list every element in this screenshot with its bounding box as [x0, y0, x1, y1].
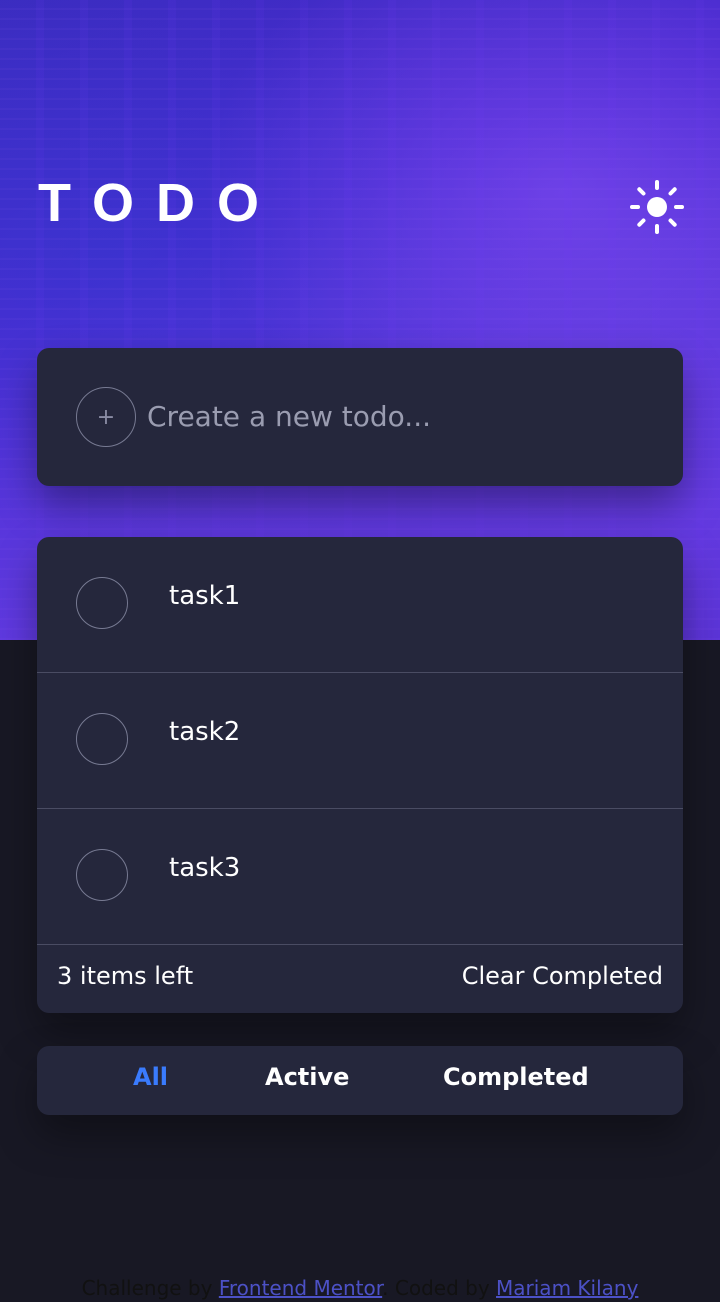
list-footer: 3 items left Clear Completed — [37, 945, 683, 1013]
author-link[interactable]: Mariam Kilany — [496, 1276, 638, 1300]
todo-label[interactable]: task2 — [169, 717, 240, 747]
todo-label[interactable]: task3 — [169, 853, 240, 883]
plus-icon: + — [96, 404, 116, 430]
filter-all[interactable]: All — [133, 1063, 168, 1091]
todo-checkbox[interactable] — [76, 713, 128, 765]
page-title: TODO — [38, 173, 282, 233]
new-todo-input[interactable] — [147, 388, 647, 444]
attribution-middle: . Coded by — [382, 1276, 497, 1300]
todo-checkbox[interactable] — [76, 577, 128, 629]
filter-completed[interactable]: Completed — [443, 1063, 589, 1091]
items-left-count: 3 items left — [57, 962, 194, 990]
filter-active[interactable]: Active — [265, 1063, 349, 1091]
attribution-prefix: Challenge by — [81, 1276, 219, 1300]
clear-completed-button[interactable]: Clear Completed — [462, 962, 663, 990]
todo-item: task1 — [37, 537, 683, 673]
new-todo-card: + — [37, 348, 683, 486]
todo-checkbox[interactable] — [76, 849, 128, 901]
theme-toggle-button[interactable] — [630, 180, 684, 234]
sun-icon — [630, 180, 684, 234]
attribution: Challenge by Frontend Mentor. Coded by M… — [0, 1276, 720, 1300]
frontend-mentor-link[interactable]: Frontend Mentor — [219, 1276, 382, 1300]
filter-bar: All Active Completed — [37, 1046, 683, 1115]
todo-item: task2 — [37, 673, 683, 809]
add-todo-button[interactable]: + — [76, 387, 136, 447]
todo-list: task1 task2 task3 3 items left Clear Com… — [37, 537, 683, 1013]
todo-item: task3 — [37, 809, 683, 945]
todo-label[interactable]: task1 — [169, 581, 240, 611]
